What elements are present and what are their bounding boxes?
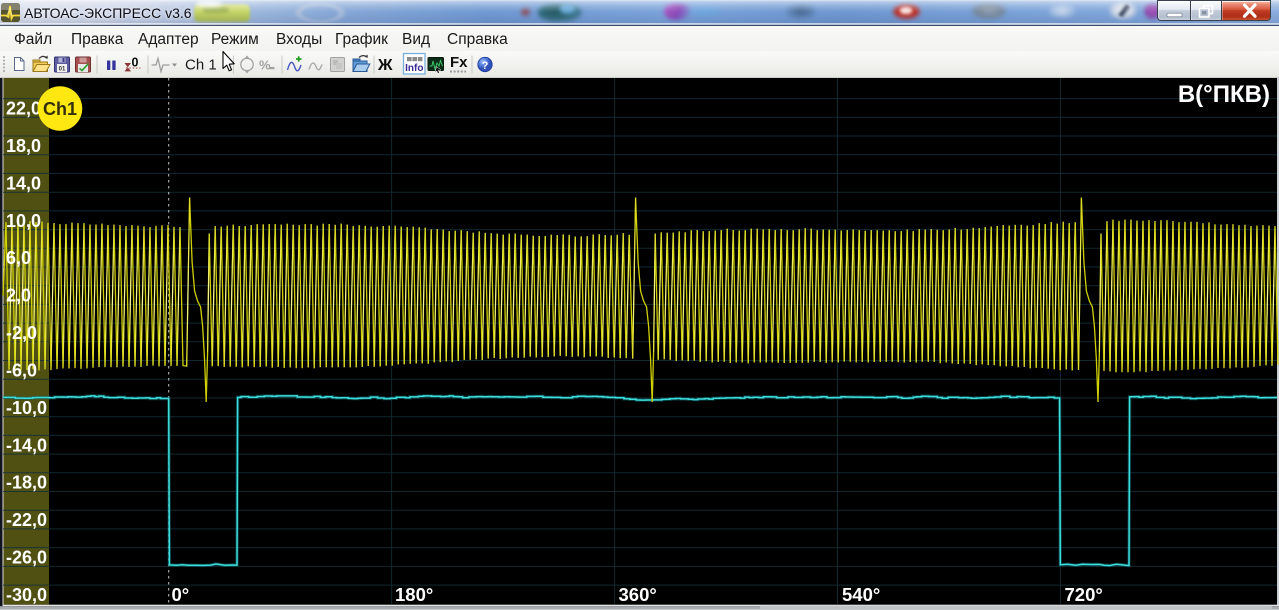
svg-text:-30,0: -30,0 xyxy=(6,585,47,605)
svg-text:360°: 360° xyxy=(619,584,657,605)
svg-text:540°: 540° xyxy=(842,584,880,605)
svg-text:720°: 720° xyxy=(1065,584,1103,605)
svg-text:-14,0: -14,0 xyxy=(6,435,47,455)
svg-text:Ch1: Ch1 xyxy=(43,99,77,119)
svg-text:Ж: Ж xyxy=(377,57,393,74)
svg-text:-6,0: -6,0 xyxy=(6,360,37,380)
svg-text:В(°ПКВ): В(°ПКВ) xyxy=(1178,81,1270,108)
svg-text:-26,0: -26,0 xyxy=(6,548,47,568)
svg-text:-2,0: -2,0 xyxy=(6,323,37,343)
svg-text:-10,0: -10,0 xyxy=(6,398,47,418)
svg-text:-18,0: -18,0 xyxy=(6,473,47,493)
svg-text:2,0: 2,0 xyxy=(6,286,31,306)
svg-text:-22,0: -22,0 xyxy=(6,510,47,530)
svg-text:22,0: 22,0 xyxy=(6,99,41,119)
svg-text:18,0: 18,0 xyxy=(6,136,41,156)
svg-text:Ch 1: Ch 1 xyxy=(185,57,217,74)
svg-text:0°: 0° xyxy=(172,584,190,605)
svg-text:180°: 180° xyxy=(395,584,433,605)
svg-text:Info: Info xyxy=(405,63,423,74)
svg-text:14,0: 14,0 xyxy=(6,173,41,193)
svg-text:10,0: 10,0 xyxy=(6,211,41,231)
svg-text:01: 01 xyxy=(59,67,66,73)
svg-text:0: 0 xyxy=(132,56,139,70)
svg-text:6,0: 6,0 xyxy=(6,248,31,268)
svg-text:?: ? xyxy=(482,60,489,72)
svg-text:%: % xyxy=(259,58,271,73)
svg-text:Fx: Fx xyxy=(450,54,468,71)
